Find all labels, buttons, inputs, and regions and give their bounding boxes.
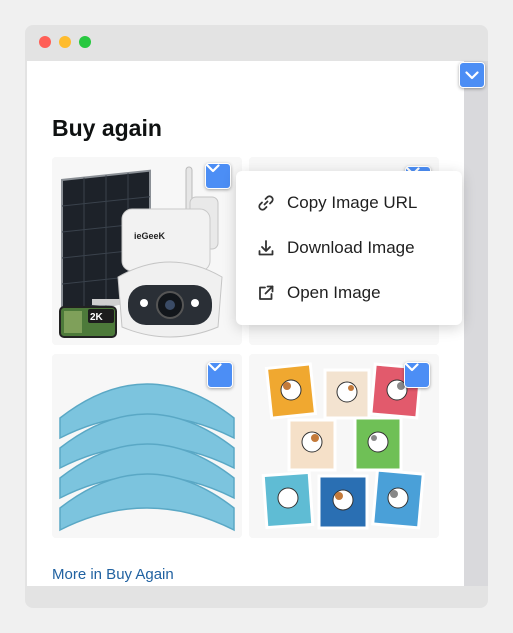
title-bar <box>25 25 488 61</box>
maximize-window-button[interactable] <box>79 36 91 48</box>
menu-item-copy-image-url[interactable]: Copy Image URL <box>236 183 462 223</box>
menu-item-open-image[interactable]: Open Image <box>236 273 462 313</box>
external-link-icon <box>259 285 274 300</box>
right-scroll-area <box>464 61 488 586</box>
widget-options-button[interactable] <box>459 62 485 88</box>
minimize-window-button[interactable] <box>59 36 71 48</box>
chevron-down-icon <box>465 70 479 79</box>
svg-text:ieGeeK: ieGeeK <box>134 231 166 241</box>
product-tile-cat-stickers[interactable] <box>249 354 439 538</box>
product-tile-mop-pads[interactable] <box>52 354 242 538</box>
image-context-menu: Copy Image URL Download Image Open Image <box>236 171 462 325</box>
image-options-button-3[interactable] <box>207 362 233 388</box>
chevron-down-icon <box>206 164 220 173</box>
chevron-down-icon <box>405 363 419 372</box>
resolution-badge: 2K <box>90 312 104 323</box>
menu-item-label: Copy Image URL <box>287 193 418 212</box>
download-icon <box>258 240 274 256</box>
chevron-down-icon <box>208 363 222 372</box>
image-options-button-1[interactable] <box>205 163 231 189</box>
menu-item-label: Download Image <box>287 238 415 257</box>
link-icon <box>258 195 274 211</box>
more-in-buy-again-link[interactable]: More in Buy Again <box>52 566 174 583</box>
close-window-button[interactable] <box>39 36 51 48</box>
menu-item-label: Open Image <box>287 283 381 302</box>
section-title: Buy again <box>52 115 162 141</box>
image-options-button-4[interactable] <box>404 362 430 388</box>
product-tile-camera[interactable]: ieGeeK 2K <box>52 157 242 345</box>
menu-item-download-image[interactable]: Download Image <box>236 228 462 268</box>
